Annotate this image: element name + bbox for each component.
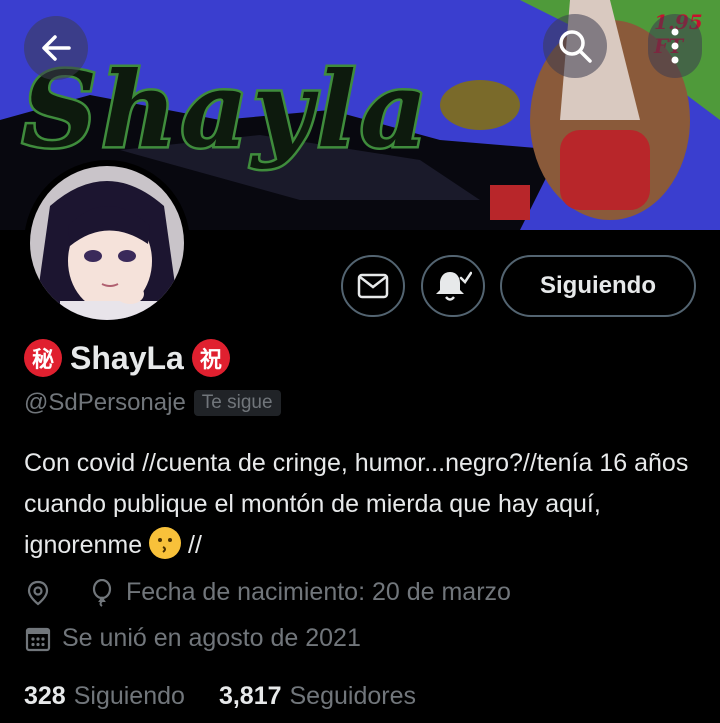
- bio: Con covid //cuenta de cringe, humor...ne…: [24, 443, 696, 566]
- avatar-image: [30, 166, 184, 320]
- bio-text: Con covid //cuenta de cringe, humor...ne…: [24, 449, 689, 559]
- user-handle: @SdPersonaje: [24, 389, 186, 416]
- follows-you-badge: Te sigue: [193, 390, 281, 416]
- congratulations-badge-icon: 祝: [191, 339, 230, 377]
- arrow-left-icon: [42, 35, 71, 61]
- search-button[interactable]: [543, 14, 607, 78]
- following-button[interactable]: Siguiendo: [500, 255, 696, 317]
- calendar-icon: [24, 625, 52, 653]
- secret-badge-icon: 秘: [24, 339, 62, 377]
- bell-icon: [436, 271, 472, 301]
- location-pin-icon: [24, 579, 52, 607]
- avatar[interactable]: [24, 160, 190, 326]
- following-stat[interactable]: 328 Siguiendo: [24, 682, 185, 711]
- envelope-icon: [357, 273, 389, 299]
- display-name: ShayLa: [70, 339, 184, 376]
- search-icon: [559, 30, 592, 63]
- banner-title: Shayla: [19, 46, 432, 174]
- more-options-button[interactable]: [648, 14, 702, 78]
- follow-stats: 328 Siguiendo 3,817 Seguidores: [24, 682, 416, 711]
- kissing-face-icon: [149, 527, 182, 559]
- message-button[interactable]: [341, 255, 405, 317]
- handle-row: @SdPersonaje Te sigue: [24, 386, 281, 420]
- bio-suffix: //: [181, 531, 202, 559]
- more-icon: [671, 28, 679, 64]
- joined-text: Se unió en agosto de 2021: [62, 624, 361, 652]
- following-count: 328: [24, 682, 66, 710]
- followers-count: 3,817: [218, 682, 282, 710]
- birthday-text: Fecha de nacimiento: 20 de marzo: [126, 578, 511, 606]
- balloon-icon: [88, 578, 116, 607]
- back-button[interactable]: [24, 16, 88, 80]
- followers-label: Seguidores: [289, 682, 416, 710]
- followers-stat[interactable]: 3,817 Seguidores: [219, 682, 416, 711]
- profile-meta-row: Fecha de nacimiento: 20 de marzo: [24, 578, 511, 607]
- notifications-button[interactable]: [421, 255, 485, 317]
- joined-row: Se unió en agosto de 2021: [24, 624, 361, 653]
- display-name-row: 秘 ShayLa 祝: [24, 336, 230, 380]
- following-label: Siguiendo: [73, 682, 185, 710]
